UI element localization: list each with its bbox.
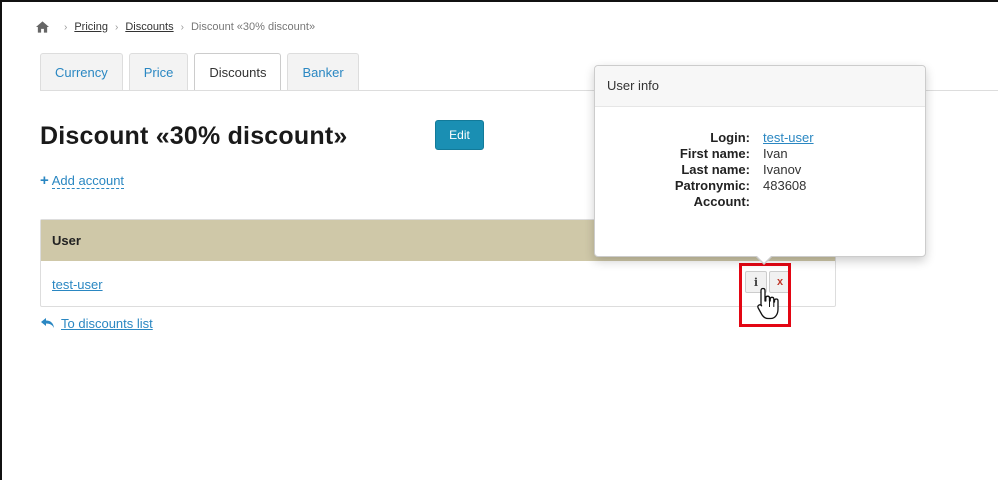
edit-button[interactable]: Edit [435, 120, 484, 150]
info-row-account: Account: [595, 194, 925, 210]
popover-title: User info [595, 66, 925, 107]
user-info-popover: User info Login: test-user First name: I… [594, 65, 926, 257]
add-account-link[interactable]: + Add account [40, 172, 125, 189]
info-key: Account: [693, 194, 750, 209]
tab-currency[interactable]: Currency [40, 53, 123, 90]
hand-pointer-icon [757, 287, 779, 320]
add-account-label: Add account [51, 172, 125, 189]
info-row-patronymic: Patronymic: 483608 [595, 178, 925, 194]
user-link[interactable]: test-user [52, 277, 103, 292]
info-key: First name: [679, 146, 750, 161]
breadcrumb-separator: › [180, 21, 184, 33]
info-key: Last name: [681, 162, 750, 177]
back-to-discounts-link[interactable]: To discounts list [41, 316, 153, 331]
info-key: Patronymic: [674, 178, 750, 193]
breadcrumb: › Pricing › Discounts › Discount «30% di… [36, 21, 315, 33]
popover-arrow [755, 255, 773, 265]
plus-icon: + [40, 172, 49, 189]
home-icon[interactable] [36, 21, 49, 33]
tab-discounts[interactable]: Discounts [194, 53, 282, 91]
breadcrumb-separator: › [114, 21, 119, 33]
info-key: Login: [710, 130, 750, 145]
info-value: Ivanov [763, 162, 802, 177]
tab-divider [40, 90, 596, 91]
breadcrumb-separator: › [64, 21, 68, 33]
tab-price[interactable]: Price [128, 53, 189, 90]
info-row-login: Login: test-user [595, 130, 925, 146]
popover-body: Login: test-user First name: Ivan Last n… [595, 107, 925, 210]
info-value: 483608 [763, 178, 807, 193]
breadcrumb-pricing[interactable]: Pricing [74, 21, 108, 33]
breadcrumb-current: Discount «30% discount» [190, 21, 316, 33]
info-row-first-name: First name: Ivan [595, 146, 925, 162]
reply-arrow-icon [41, 318, 54, 328]
info-value: Ivan [763, 146, 788, 161]
tab-bar: Currency Price Discounts Banker [40, 53, 365, 91]
info-row-last-name: Last name: Ivanov [595, 162, 925, 178]
login-link[interactable]: test-user [763, 130, 814, 146]
tab-banker[interactable]: Banker [287, 53, 359, 90]
tab-divider [926, 90, 998, 91]
breadcrumb-discounts[interactable]: Discounts [125, 21, 173, 33]
back-link-label: To discounts list [61, 316, 153, 331]
page-title: Discount «30% discount» [40, 122, 348, 150]
table-row: test-user i x [41, 261, 835, 307]
